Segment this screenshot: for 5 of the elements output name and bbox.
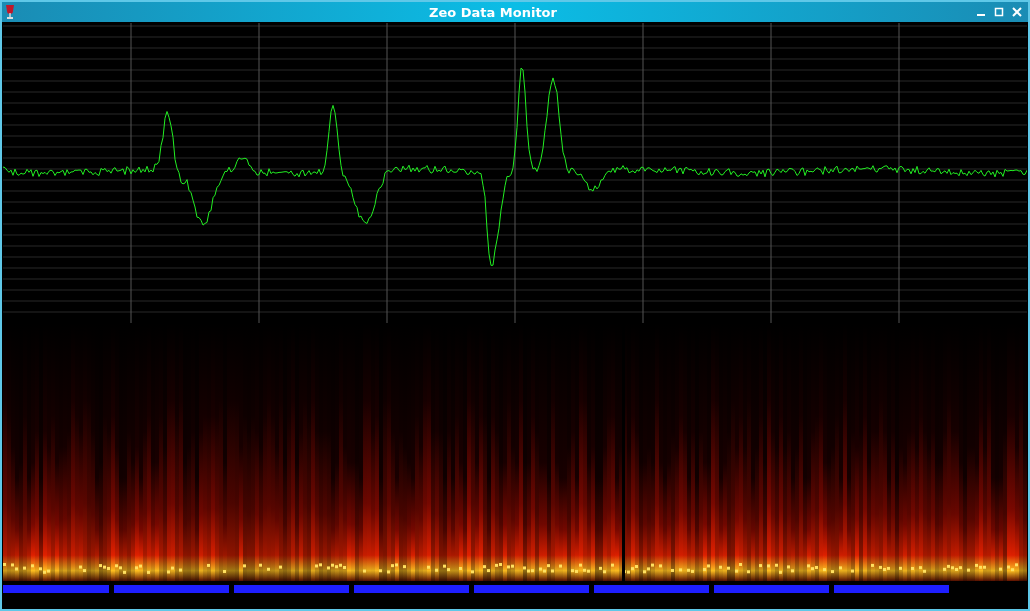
maximize-icon [994,7,1004,17]
minimize-icon [977,14,985,16]
wine-glass-icon [5,4,15,20]
close-icon [1012,7,1022,17]
window-title: Zeo Data Monitor [428,4,558,20]
